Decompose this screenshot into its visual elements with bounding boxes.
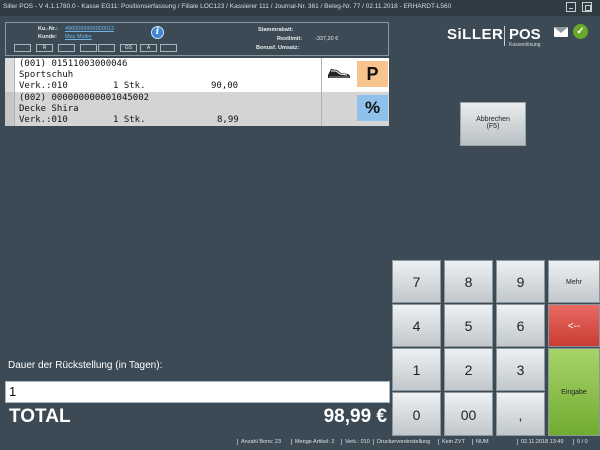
customer-button-4[interactable] xyxy=(80,44,97,52)
key-2[interactable]: 2 xyxy=(444,348,493,391)
row-selector[interactable] xyxy=(5,92,15,126)
key-00[interactable]: 00 xyxy=(444,392,493,436)
customer-number-label: Ku.-Nr.: xyxy=(38,26,58,32)
numeric-keypad: 7 8 9 Mehr 4 5 6 <-- 1 2 3 Eingabe 0 00 … xyxy=(392,260,600,436)
status-bar: Anzahl Bons: 23 Menge Artikel: 2 Verk.: … xyxy=(0,436,600,450)
key-0[interactable]: 0 xyxy=(392,392,441,436)
title-bar: Siller POS - V 4.1.1780.0 - Kasse EG11: … xyxy=(0,0,600,16)
enter-button[interactable]: Eingabe xyxy=(548,348,600,436)
status-bon-count: Anzahl Bons: 23 xyxy=(237,439,281,445)
mail-icon[interactable] xyxy=(554,27,568,37)
customer-panel: Ku.-Nr.: 4960099900000013 Kunde: Max Mül… xyxy=(5,22,389,56)
restlimit-value: -337,20 € xyxy=(315,36,339,42)
item-price: 90,00 xyxy=(211,81,239,91)
item-seller: Verk.:010 xyxy=(19,115,68,125)
item-code: (001) 01511003000046 xyxy=(19,59,128,69)
item-quantity: 1 Stk. xyxy=(113,81,146,91)
customer-button-r[interactable]: R xyxy=(36,44,53,52)
days-input[interactable]: 1 xyxy=(5,381,390,403)
key-7[interactable]: 7 xyxy=(392,260,441,303)
status-datetime: 02.11.2018 13:49 xyxy=(517,439,563,445)
bonus-umsatz-label: Bonusf. Umsatz: xyxy=(256,45,300,51)
item-seller: Verk.:010 xyxy=(19,81,68,91)
status-item-count: Menge Artikel: 2 xyxy=(291,439,334,445)
customer-button-3[interactable] xyxy=(58,44,75,52)
customer-button-5[interactable] xyxy=(98,44,115,52)
status-num: NUM xyxy=(472,439,489,445)
key-4[interactable]: 4 xyxy=(392,304,441,347)
item-list: (001) 01511003000046 Sportschuh Verk.:01… xyxy=(5,58,389,126)
item-price: 8,99 xyxy=(217,115,239,125)
restlimit-label: Restlimit: xyxy=(277,36,303,42)
status-zvt: Kein ZVT xyxy=(438,439,465,445)
customer-number-link[interactable]: 4960099900000013 xyxy=(65,26,114,32)
item-code: (002) 000000000001045002 xyxy=(19,93,150,103)
window-title: Siller POS - V 4.1.1780.0 - Kasse EG11: … xyxy=(3,3,452,10)
key-8[interactable]: 8 xyxy=(444,260,493,303)
key-comma[interactable]: , xyxy=(496,392,545,436)
more-button[interactable]: Mehr xyxy=(548,260,600,303)
item-image xyxy=(321,92,354,126)
cancel-button[interactable]: Abbrechen (F5) xyxy=(460,102,526,146)
customer-name-link[interactable]: Max Müller xyxy=(65,34,92,40)
logo-divider xyxy=(504,26,505,46)
key-3[interactable]: 3 xyxy=(496,348,545,391)
total-value: 98,99 € xyxy=(323,406,387,427)
key-9[interactable]: 9 xyxy=(496,260,545,303)
shoe-icon xyxy=(328,69,350,78)
input-prompt: Dauer der Rückstellung (in Tagen): xyxy=(8,360,163,371)
status-printer: Druckervoreinstellung xyxy=(373,439,430,445)
cancel-button-shortcut: (F5) xyxy=(486,123,500,130)
customer-button-8[interactable] xyxy=(160,44,177,52)
stammrabatt-label: Stammrabatt: xyxy=(258,27,294,33)
logo-subtitle: Kassenlösung xyxy=(509,42,541,48)
backspace-button[interactable]: <-- xyxy=(548,304,600,347)
minimize-icon[interactable] xyxy=(566,2,576,12)
price-badge-icon[interactable]: P xyxy=(357,61,388,87)
list-item[interactable]: (002) 000000000001045002 Decke Shira Ver… xyxy=(5,92,389,126)
item-name: Sportschuh xyxy=(19,70,74,80)
info-icon[interactable]: i xyxy=(151,26,164,39)
total-label: TOTAL xyxy=(9,406,71,427)
item-name: Decke Shira xyxy=(19,104,79,114)
status-seller: Verk.: 010 xyxy=(341,439,370,445)
logo-product: POS xyxy=(509,26,541,43)
list-item[interactable]: (001) 01511003000046 Sportschuh Verk.:01… xyxy=(5,58,389,92)
item-quantity: 1 Stk. xyxy=(113,115,146,125)
row-selector[interactable] xyxy=(5,58,15,92)
key-1[interactable]: 1 xyxy=(392,348,441,391)
check-icon[interactable]: ✓ xyxy=(573,24,588,39)
maximize-icon[interactable] xyxy=(582,2,592,12)
key-5[interactable]: 5 xyxy=(444,304,493,347)
discount-badge-icon[interactable]: % xyxy=(357,95,388,121)
customer-button-1[interactable] xyxy=(14,44,31,52)
cancel-button-label: Abbrechen xyxy=(476,116,510,123)
customer-name-label: Kunde: xyxy=(38,34,57,40)
status-counter: 0 / 0 xyxy=(573,439,588,445)
logo-brand: SiLLER xyxy=(447,26,504,43)
customer-button-a[interactable]: A xyxy=(140,44,157,52)
item-image xyxy=(321,58,354,92)
customer-button-gs[interactable]: GS xyxy=(120,44,137,52)
key-6[interactable]: 6 xyxy=(496,304,545,347)
